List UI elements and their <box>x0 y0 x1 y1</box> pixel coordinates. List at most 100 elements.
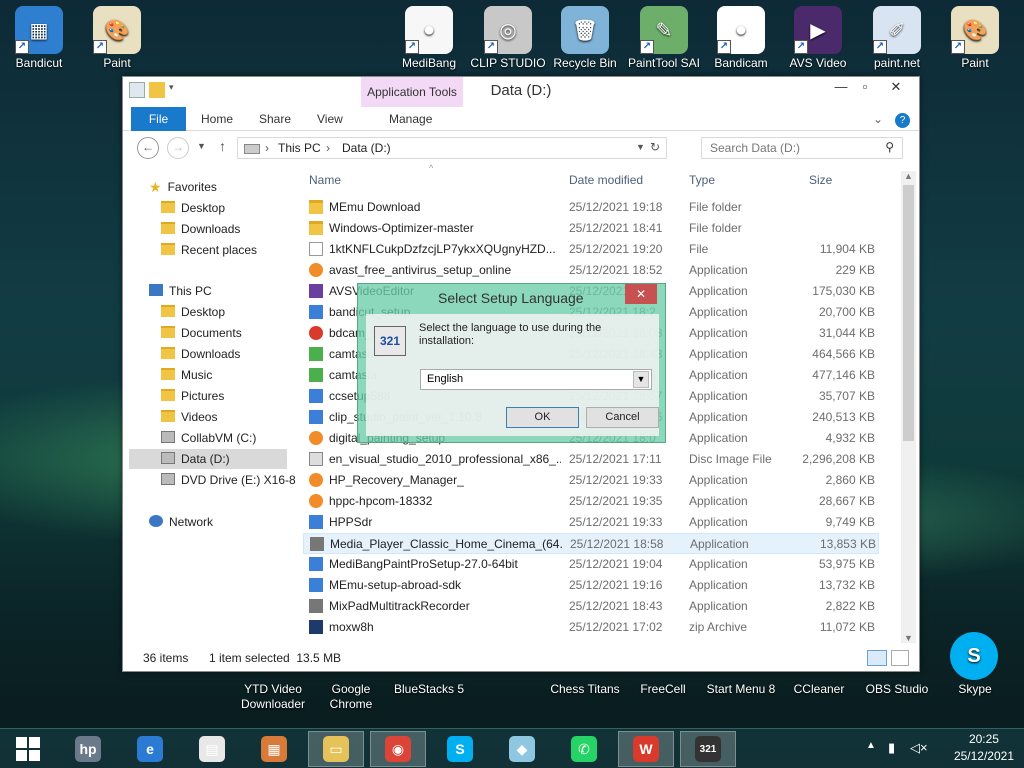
vertical-scrollbar[interactable]: ▲ ▼ <box>901 171 916 643</box>
nav-thispc-item[interactable]: Desktop <box>161 302 225 322</box>
taskbar-ie-button[interactable]: e <box>122 731 178 767</box>
tab-view[interactable]: View <box>307 107 353 131</box>
tab-file[interactable]: File <box>131 107 186 131</box>
taskbar-media-button[interactable]: ▦ <box>246 731 302 767</box>
desktop-icon[interactable]: ▶ ↗ AVS Video <box>779 0 857 70</box>
scrollbar-thumb[interactable] <box>903 185 914 441</box>
desktop-icon[interactable]: ● ↗ MediBang <box>390 0 468 70</box>
taskbar-wps-button[interactable]: W <box>618 731 674 767</box>
nav-thispc-item[interactable]: Documents <box>161 323 242 343</box>
file-type: File <box>689 242 709 256</box>
file-row[interactable]: HPPSdr 25/12/2021 19:33 Application 9,749 K… <box>303 512 879 533</box>
nav-favorites[interactable]: ★ Favorites <box>149 177 217 197</box>
taskbar-mpc-button[interactable]: 321 <box>680 731 736 767</box>
nav-network[interactable]: Network <box>149 512 213 532</box>
desktop-icon[interactable]: S Skype <box>936 632 1014 697</box>
file-row[interactable]: moxw8h 25/12/2021 17:02 zip Archive 11,072 … <box>303 617 879 638</box>
desktop-icon[interactable]: ▦ ↗ Bandicut <box>0 0 78 70</box>
start-button[interactable] <box>0 731 56 767</box>
file-row[interactable]: MEmu Download 25/12/2021 19:18 File folder <box>303 197 879 218</box>
desktop-icon[interactable]: CCleaner <box>780 682 858 697</box>
clock[interactable]: 20:25 25/12/2021 <box>954 731 1014 765</box>
scroll-down-icon[interactable]: ▼ <box>904 633 913 643</box>
ok-button[interactable]: OK <box>506 407 579 428</box>
nav-favorite-item[interactable]: Recent places <box>161 240 257 260</box>
address-chevron-down-icon[interactable]: ▼ <box>636 142 645 152</box>
dialog-close-button[interactable]: ✕ <box>625 284 657 304</box>
desktop-icon[interactable]: ◎ ↗ CLIP STUDIO <box>469 0 547 70</box>
network-tray-icon[interactable]: ▮ <box>888 740 895 756</box>
taskbar-hp-button[interactable]: hp <box>60 731 116 767</box>
desktop-icon[interactable]: 🗑 Recycle Bin <box>546 0 624 70</box>
nav-thispc-item[interactable]: CollabVM (C:) <box>161 428 256 448</box>
file-row[interactable]: en_visual_studio_2010_professional_x86_.… <box>303 449 879 470</box>
column-header-size[interactable]: Size <box>809 173 832 187</box>
file-icon <box>309 494 323 508</box>
desktop-icon[interactable]: OBS Studio <box>858 682 936 697</box>
nav-thispc-item[interactable]: Pictures <box>161 386 224 406</box>
desktop-icon[interactable]: BlueStacks 5 <box>390 682 468 697</box>
search-input[interactable]: Search Data (D:) ⚲ <box>701 137 903 159</box>
cancel-button[interactable]: Cancel <box>586 407 659 428</box>
nav-thispc-item[interactable]: Music <box>161 365 212 385</box>
back-button[interactable]: ← <box>137 137 159 159</box>
column-header-date[interactable]: Date modified <box>569 173 643 187</box>
refresh-icon[interactable]: ↻ <box>650 140 660 154</box>
nav-favorite-item[interactable]: Desktop <box>161 198 225 218</box>
file-row[interactable]: avast_free_antivirus_setup_online 25/12/2… <box>303 260 879 281</box>
desktop-icon[interactable]: 🎨 ↗ Paint <box>936 0 1014 70</box>
file-row[interactable]: MixPadMultitrackRecorder 25/12/2021 18:43… <box>303 596 879 617</box>
desktop-icon[interactable]: YTD Video Downloader <box>234 682 312 712</box>
desktop-icon[interactable]: 🎨 ↗ Paint <box>78 0 156 70</box>
desktop-icon[interactable]: ✐ ↗ paint.net <box>858 0 936 70</box>
tab-home[interactable]: Home <box>191 107 243 131</box>
breadcrumb-this-pc[interactable]: This PC <box>278 141 321 155</box>
file-row[interactable]: hppc-hpcom-18332 25/12/2021 19:35 Applicat… <box>303 491 879 512</box>
breadcrumb-data-d[interactable]: Data (D:) <box>342 141 391 155</box>
desktop-icon[interactable]: Chess Titans <box>546 682 624 697</box>
up-button[interactable]: ↑ <box>219 138 226 154</box>
column-header-type[interactable]: Type <box>689 173 715 187</box>
desktop-icon[interactable]: ● ↗ Bandicam <box>702 0 780 70</box>
nav-thispc-item[interactable]: Videos <box>161 407 217 427</box>
details-view-icon[interactable] <box>867 650 887 666</box>
tab-manage[interactable]: Manage <box>379 107 442 131</box>
file-row[interactable]: HP_Recovery_Manager_ 25/12/2021 19:33 Appl… <box>303 470 879 491</box>
tab-share[interactable]: Share <box>249 107 301 131</box>
file-row[interactable]: 1ktKNFLCukpDzfzcjLP7ykxXQUgnyHZD... 25/12… <box>303 239 879 260</box>
volume-muted-icon[interactable]: ◁× <box>910 740 928 756</box>
column-header-name[interactable]: Name <box>309 173 341 187</box>
help-icon[interactable]: ? <box>885 107 920 131</box>
nav-thispc-item[interactable]: DVD Drive (E:) X16-8 <box>161 470 296 490</box>
large-icons-view-icon[interactable] <box>891 650 909 666</box>
taskbar-chrome-button[interactable]: ◉ <box>370 731 426 767</box>
taskbar-explorer-button[interactable]: ▭ <box>308 731 364 767</box>
taskbar-glass-button[interactable]: ◆ <box>494 731 550 767</box>
recent-locations-chevron-icon[interactable]: ▼ <box>197 141 206 151</box>
desktop-icon[interactable]: ✎ ↗ PaintTool SAI <box>625 0 703 70</box>
taskbar-doc-button[interactable]: ▤ <box>184 731 240 767</box>
nav-thispc-item[interactable]: Data (D:) <box>129 449 287 469</box>
address-field[interactable]: › This PC › Data (D:) ▼ ↻ <box>237 137 667 159</box>
file-row[interactable]: MEmu-setup-abroad-sdk 25/12/2021 19:16 App… <box>303 575 879 596</box>
nav-label: Downloads <box>181 347 241 361</box>
nav-favorite-item[interactable]: Downloads <box>161 219 240 239</box>
taskbar-skype-button[interactable]: S <box>432 731 488 767</box>
file-row[interactable]: Windows-Optimizer-master 25/12/2021 18:41… <box>303 218 879 239</box>
close-button[interactable]: ✕ <box>875 77 917 97</box>
scroll-up-icon[interactable]: ▲ <box>904 171 913 181</box>
desktop-icon[interactable]: Google Chrome <box>312 682 390 712</box>
computer-icon <box>149 284 163 296</box>
tray-chevron-up-icon[interactable]: ▲ <box>866 740 876 751</box>
taskbar-whatsapp-button[interactable]: ✆ <box>556 731 612 767</box>
language-select[interactable]: English ▼ <box>420 369 652 390</box>
nav-thispc-item[interactable]: Downloads <box>161 344 240 364</box>
desktop-icon[interactable]: FreeCell <box>624 682 702 697</box>
desktop-icon-label: CLIP STUDIO <box>470 56 546 70</box>
file-row[interactable]: Media_Player_Classic_Home_Cinema_(64... 2… <box>303 533 879 554</box>
forward-button[interactable]: → <box>167 137 189 159</box>
file-row[interactable]: MediBangPaintProSetup-27.0-64bit 25/12/20… <box>303 554 879 575</box>
desktop-icon[interactable]: Start Menu 8 <box>702 682 780 697</box>
status-bar: 36 items 1 item selected 13.5 MB <box>123 645 919 671</box>
nav-this-pc[interactable]: This PC <box>149 281 212 301</box>
